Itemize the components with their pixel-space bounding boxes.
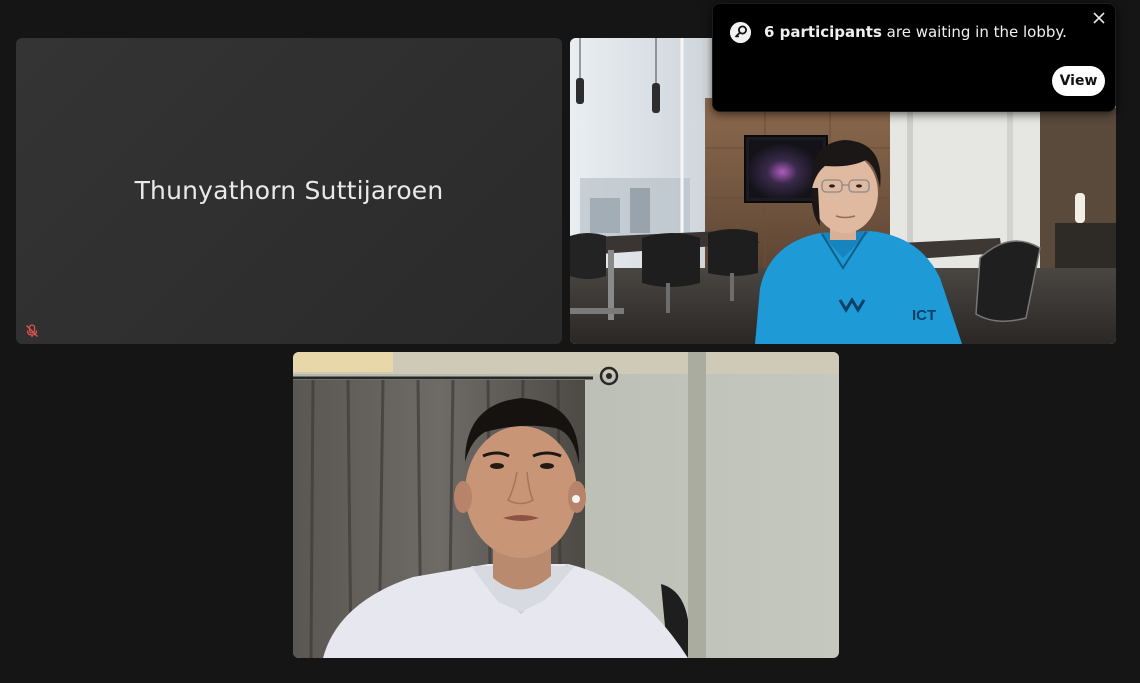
view-lobby-button[interactable]: View: [1052, 66, 1105, 96]
key-icon: [730, 22, 751, 43]
mic-off-icon: [26, 324, 38, 338]
lobby-message-suffix: are waiting in the lobby.: [881, 23, 1067, 41]
shirt-logo-text: ICT: [912, 307, 936, 324]
participant-tile-camera-off[interactable]: Thunyathorn Suttijaroen: [16, 38, 562, 344]
participant-name: Thunyathorn Suttijaroen: [134, 175, 444, 205]
lobby-count: 6 participants: [764, 23, 882, 41]
close-icon[interactable]: [1091, 10, 1107, 26]
meeting-stage: Thunyathorn Suttijaroen ICT 6 participan…: [0, 0, 1140, 683]
lobby-notification: 6 participants are waiting in the lobby.…: [712, 3, 1116, 112]
lobby-message: 6 participants are waiting in the lobby.: [764, 22, 1067, 42]
participant-video-home[interactable]: [293, 352, 839, 658]
video-feed-home: [293, 352, 839, 658]
